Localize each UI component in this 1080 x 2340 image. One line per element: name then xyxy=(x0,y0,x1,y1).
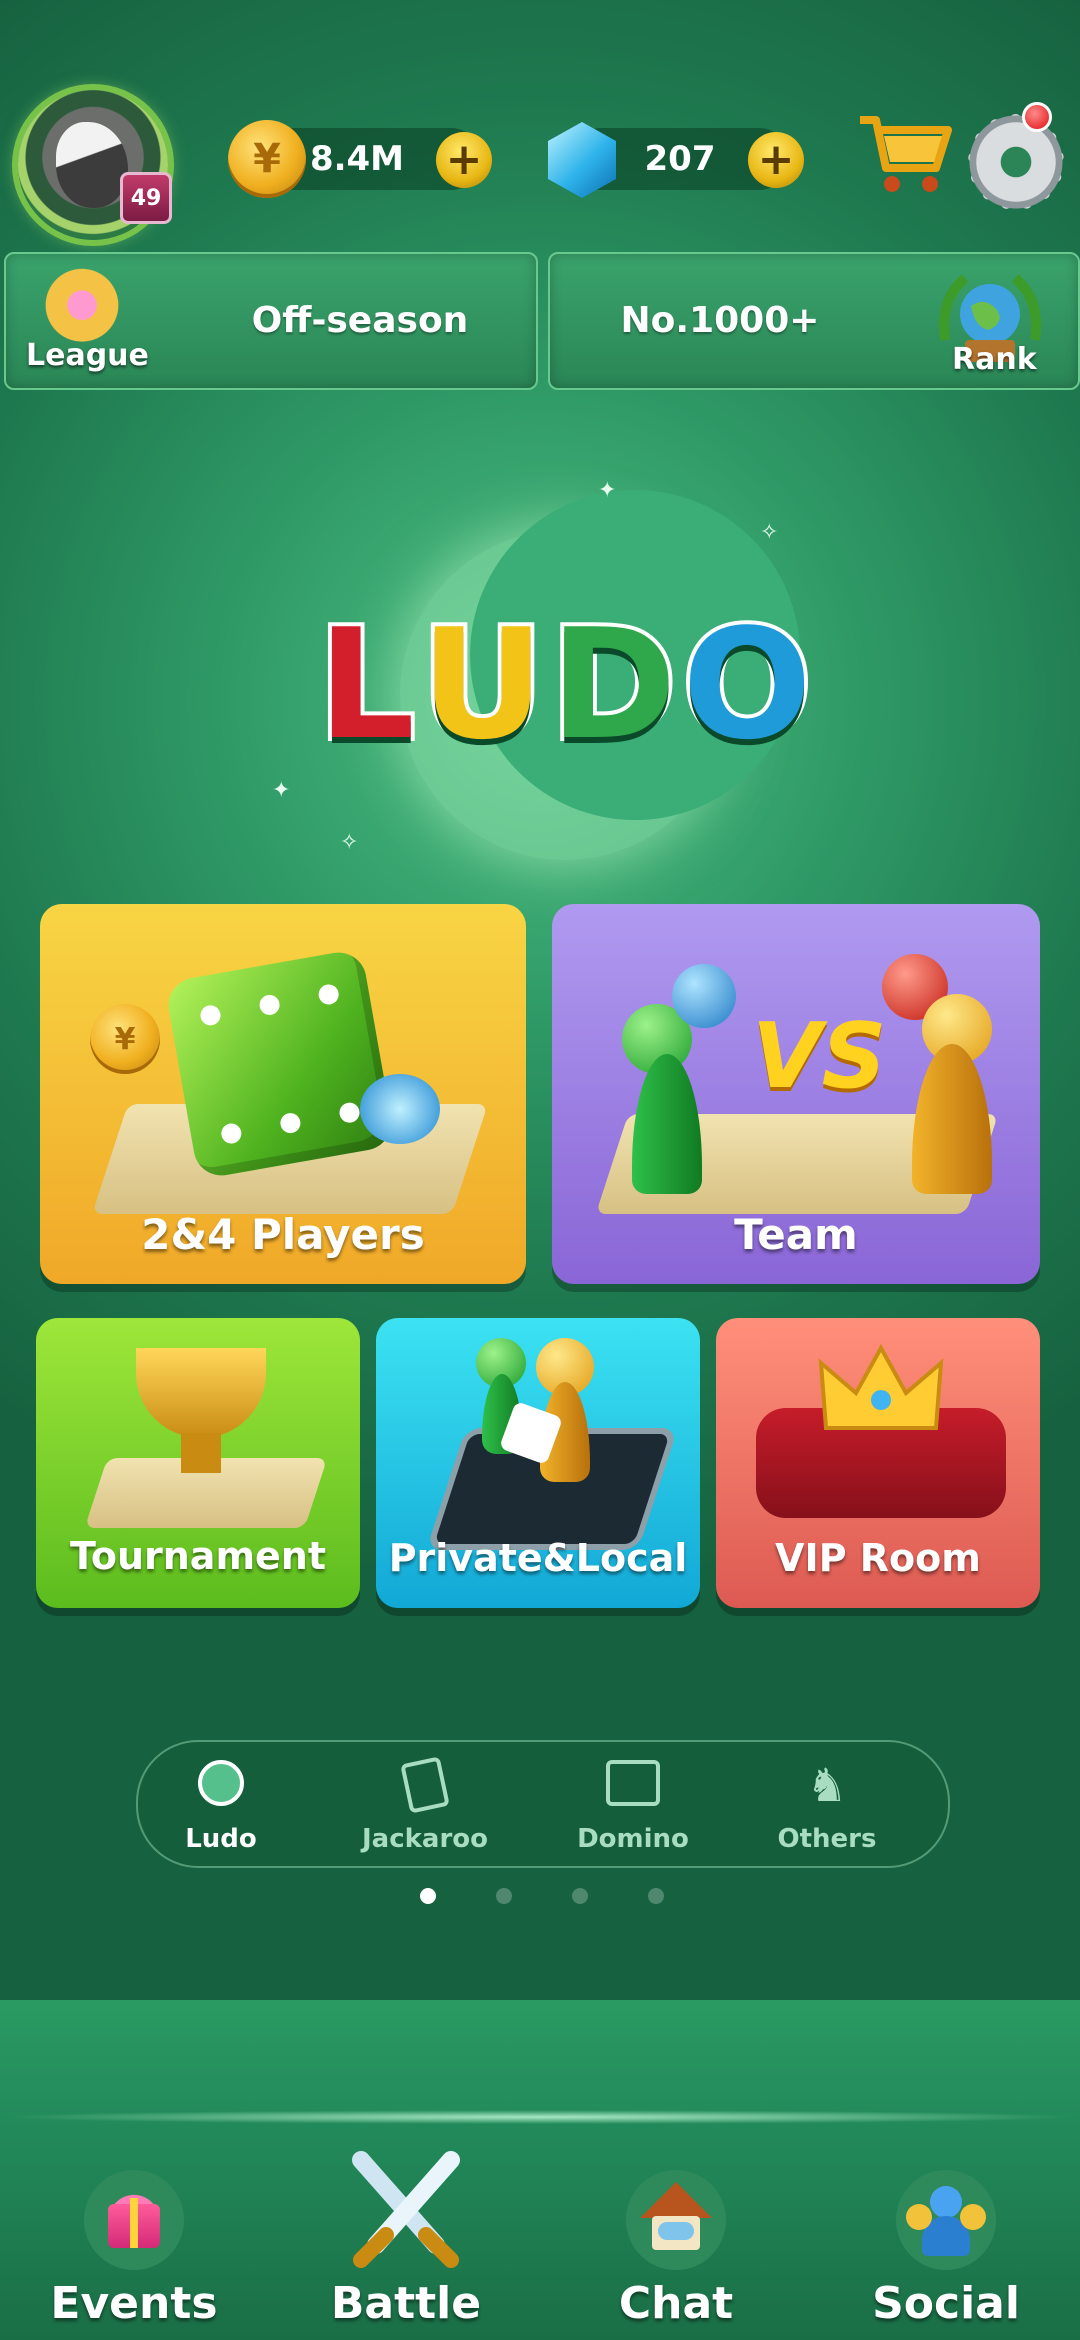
gift-icon xyxy=(84,2170,184,2270)
green-dice-icon xyxy=(164,948,396,1180)
page-dot-active xyxy=(420,1888,436,1904)
sparkle-icon: ✧ xyxy=(760,520,779,545)
team-mode-card[interactable]: VS Team xyxy=(552,904,1040,1284)
domino-icon xyxy=(606,1760,660,1806)
category-label: Domino xyxy=(577,1824,689,1854)
trophy-cup-icon xyxy=(136,1348,266,1438)
shop-cart-icon[interactable] xyxy=(856,112,952,196)
players-mode-card[interactable]: ¥ 2&4 Players xyxy=(40,904,526,1284)
jackaroo-card-icon xyxy=(400,1756,450,1814)
avatar-bird-image xyxy=(56,122,128,208)
rank-value: No.1000+ xyxy=(620,300,820,341)
category-label: Jackaroo xyxy=(361,1824,488,1854)
ludo-piece-icon xyxy=(198,1760,244,1806)
crossed-swords-icon xyxy=(352,2151,460,2268)
nav-label: Social xyxy=(872,2278,1020,2329)
nav-label: Chat xyxy=(618,2278,734,2329)
league-status: Off-season xyxy=(251,300,469,341)
gold-token-icon: ¥ xyxy=(90,1004,160,1074)
trophy-stem xyxy=(181,1433,221,1473)
nav-chat[interactable]: Chat xyxy=(576,2160,776,2340)
add-gems-button[interactable]: + xyxy=(748,132,804,188)
logo-letter: O xyxy=(678,596,815,774)
category-tab-domino[interactable]: Domino xyxy=(558,1742,708,1866)
private-local-mode-label: Private&Local xyxy=(388,1536,688,1580)
logo-letter: D xyxy=(546,596,680,774)
sparkle-icon: ✦ xyxy=(272,778,291,803)
coins-amount: 8.4M xyxy=(309,139,405,179)
category-tab-jackaroo[interactable]: Jackaroo xyxy=(350,1742,500,1866)
green-pawn-icon xyxy=(612,954,736,1194)
page-dot xyxy=(648,1888,664,1904)
team-mode-label: Team xyxy=(734,1210,858,1259)
sparkle-icon: ✦ xyxy=(598,478,617,503)
page-dot xyxy=(572,1888,588,1904)
tournament-mode-label: Tournament xyxy=(69,1534,327,1578)
crown-icon xyxy=(818,1343,944,1430)
page-dot xyxy=(496,1888,512,1904)
coin-icon: ¥ xyxy=(228,120,306,198)
category-label: Others xyxy=(777,1824,877,1854)
horse-icon: ♞ xyxy=(806,1758,848,1812)
nav-events[interactable]: Events xyxy=(34,2160,234,2340)
players-mode-label: 2&4 Players xyxy=(141,1210,425,1259)
category-tab-others[interactable]: ♞ Others xyxy=(752,1742,902,1866)
ludo-logo: LUDO xyxy=(314,596,816,774)
pawns-icon xyxy=(476,1338,676,1508)
player-level-badge: 49 xyxy=(120,172,172,224)
vip-room-mode-label: VIP Room xyxy=(775,1536,981,1580)
versus-icon: VS xyxy=(752,1004,887,1109)
people-icon xyxy=(896,2170,996,2270)
settings-gear-icon[interactable] xyxy=(968,114,1064,210)
gems-amount: 207 xyxy=(644,139,716,179)
add-coins-button[interactable]: + xyxy=(436,132,492,188)
blue-token-icon xyxy=(360,1074,440,1144)
nav-label: Battle xyxy=(330,2278,482,2329)
sparkle-icon: ✧ xyxy=(340,830,359,855)
logo-letter: L xyxy=(314,596,419,774)
game-category-bar: Ludo Jackaroo Domino ♞ Others xyxy=(136,1740,950,1868)
category-tab-ludo[interactable]: Ludo xyxy=(146,1742,296,1866)
tournament-mode-card[interactable]: Tournament xyxy=(36,1318,360,1608)
nav-label: Events xyxy=(50,2278,218,2329)
yellow-pawn-icon xyxy=(872,944,1012,1194)
vip-room-mode-card[interactable]: VIP Room xyxy=(716,1318,1040,1608)
league-label: League xyxy=(26,338,149,373)
category-label: Ludo xyxy=(185,1824,257,1854)
nav-battle[interactable]: Battle xyxy=(306,2150,506,2330)
rank-label: Rank xyxy=(952,342,1037,377)
notification-dot xyxy=(1022,102,1052,132)
chat-house-icon xyxy=(626,2170,726,2270)
private-local-mode-card[interactable]: Private&Local xyxy=(376,1318,700,1608)
nav-social[interactable]: Social xyxy=(846,2160,1046,2340)
logo-letter: U xyxy=(417,596,548,774)
